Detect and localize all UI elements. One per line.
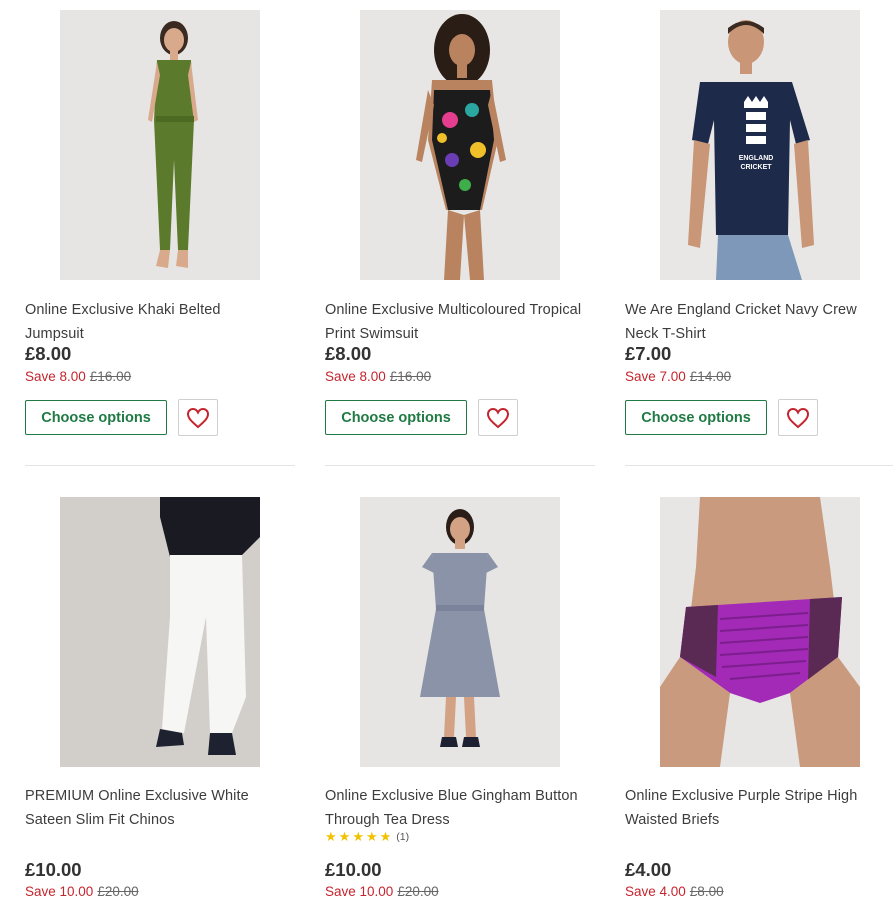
rating-stars[interactable]: ★★★★★ (1): [325, 829, 409, 845]
choose-options-button[interactable]: Choose options: [625, 400, 767, 435]
was-price: £20.00: [97, 884, 139, 899]
product-price: £10.00: [25, 859, 82, 880]
product-save: Save 4.00 £8.00: [625, 884, 724, 899]
product-save: Save 7.00 £14.00: [625, 369, 732, 384]
product-save: Save 10.00 £20.00: [25, 884, 139, 899]
choose-options-button[interactable]: Choose options: [25, 400, 167, 435]
row-divider: [25, 465, 295, 466]
product-price: £8.00: [25, 343, 72, 364]
heart-icon: [186, 407, 210, 428]
product-title[interactable]: Online Exclusive Khaki Belted Jumpsuit: [25, 298, 297, 346]
wishlist-button[interactable]: [778, 399, 818, 436]
row-divider: [325, 465, 595, 466]
product-title[interactable]: We Are England Cricket Navy Crew Neck T-…: [625, 298, 893, 346]
heart-icon: [486, 407, 510, 428]
product-save: Save 8.00 £16.00: [325, 369, 432, 384]
product-price: £10.00: [325, 859, 382, 880]
rating-count: (1): [396, 831, 410, 843]
star-icon: ★: [352, 829, 366, 844]
was-price: £16.00: [89, 369, 132, 384]
wishlist-button[interactable]: [178, 399, 218, 436]
heart-icon: [786, 407, 810, 428]
was-price: £20.00: [397, 884, 439, 899]
star-icon: ★: [325, 829, 339, 844]
product-image[interactable]: [360, 497, 560, 767]
tshirt-print-line1: ENGLAND: [739, 155, 774, 162]
product-price: £7.00: [625, 343, 672, 364]
product-image[interactable]: [360, 10, 560, 280]
product-price: £8.00: [325, 343, 372, 364]
was-price: £14.00: [689, 369, 732, 384]
choose-options-button[interactable]: Choose options: [325, 400, 467, 435]
product-title[interactable]: Online Exclusive Purple Stripe High Wais…: [625, 784, 893, 832]
product-title[interactable]: Online Exclusive Multicoloured Tropical …: [325, 298, 597, 346]
wishlist-button[interactable]: [478, 399, 518, 436]
product-save: Save 10.00 £20.00: [325, 884, 439, 899]
product-price: £4.00: [625, 859, 672, 880]
tshirt-print-line2: CRICKET: [740, 164, 772, 171]
product-title[interactable]: PREMIUM Online Exclusive White Sateen Sl…: [25, 784, 297, 832]
star-icon: ★: [379, 829, 394, 844]
star-icon: ★: [338, 829, 353, 844]
product-image[interactable]: [660, 497, 860, 767]
row-divider: [625, 465, 893, 466]
product-save: Save 8.00 £16.00: [25, 369, 132, 384]
product-title[interactable]: Online Exclusive Blue Gingham Button Thr…: [325, 784, 597, 832]
star-icon: ★: [365, 829, 380, 844]
was-price: £8.00: [689, 884, 724, 899]
product-image[interactable]: ENGLAND CRICKET: [660, 10, 860, 280]
was-price: £16.00: [389, 369, 432, 384]
product-image[interactable]: [60, 497, 260, 767]
product-image[interactable]: [60, 10, 260, 280]
